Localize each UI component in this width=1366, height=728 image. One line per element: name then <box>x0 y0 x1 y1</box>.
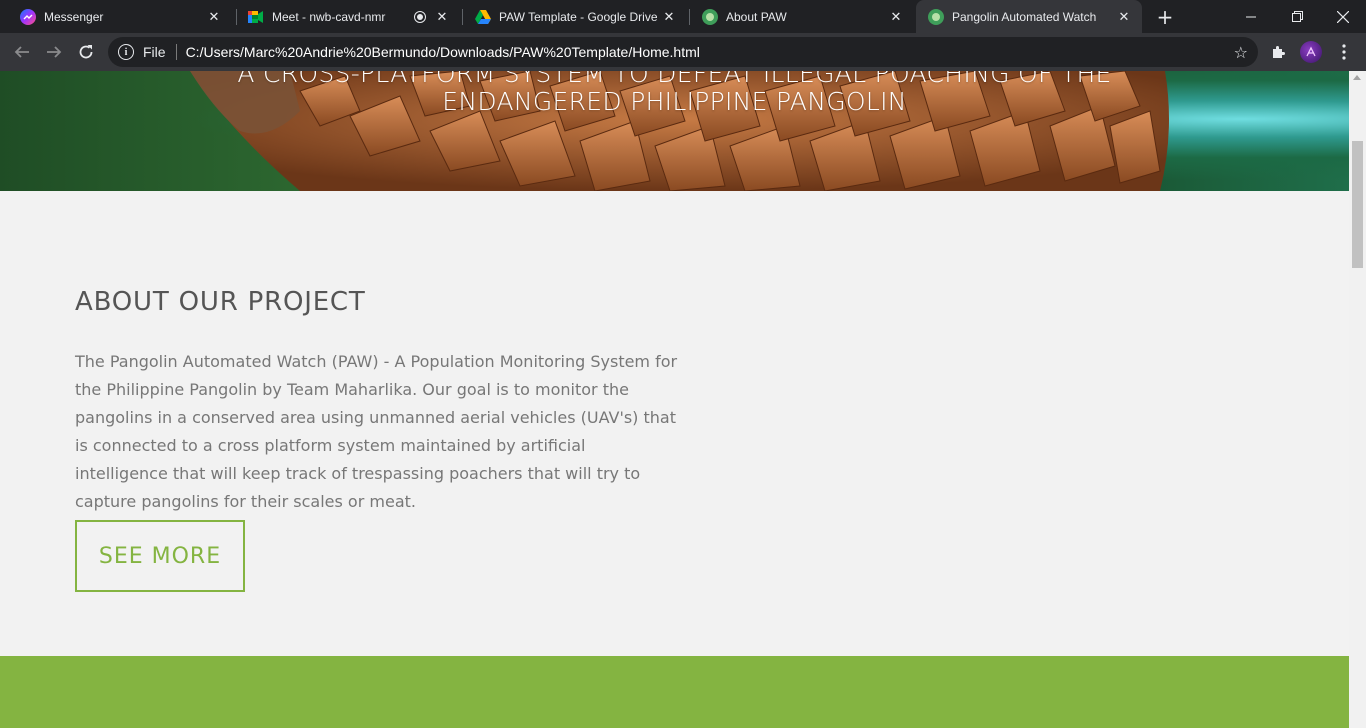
back-button[interactable] <box>10 40 34 64</box>
tab-pangolin-automated-watch[interactable]: Pangolin Automated Watch ✕ <box>916 0 1142 33</box>
kebab-menu-icon[interactable] <box>1333 41 1355 63</box>
tab-title: Meet - nwb-cavd-nmr <box>272 9 386 24</box>
new-tab-button[interactable]: + <box>1155 7 1175 27</box>
scheme-label: File <box>143 44 166 60</box>
minimize-icon <box>1246 16 1256 17</box>
avatar-glyph-icon <box>1306 46 1316 57</box>
see-more-button[interactable]: SEE MORE <box>75 520 245 592</box>
minimize-button[interactable] <box>1228 0 1274 33</box>
tab-messenger[interactable]: Messenger ✕ <box>0 0 232 33</box>
paw-logo-icon <box>702 8 718 25</box>
omnibox-divider <box>175 44 177 60</box>
page-viewport: A CROSS-PLATFORM SYSTEM TO DEFEAT ILLEGA… <box>0 71 1349 728</box>
close-window-button[interactable] <box>1320 0 1366 33</box>
close-icon[interactable]: ✕ <box>434 9 450 25</box>
google-drive-icon <box>475 9 491 25</box>
close-icon <box>1337 10 1349 23</box>
section-title: ABOUT OUR PROJECT <box>75 287 366 317</box>
recording-indicator-icon <box>414 10 426 23</box>
about-section: ABOUT OUR PROJECT The Pangolin Automated… <box>0 191 1349 656</box>
tab-title: Messenger <box>44 9 104 24</box>
tab-strip: Messenger ✕ Meet - nwb-cavd-nmr ✕ PAW Te… <box>0 0 1366 33</box>
meet-icon <box>248 9 264 25</box>
address-bar[interactable]: i File C:/Users/Marc%20Andrie%20Bermundo… <box>108 37 1258 67</box>
site-info-icon[interactable]: i <box>118 44 134 60</box>
tab-google-drive[interactable]: PAW Template - Google Drive ✕ <box>455 0 687 33</box>
reload-button[interactable] <box>74 40 98 64</box>
green-section-band <box>0 656 1349 728</box>
back-arrow-icon <box>14 46 29 58</box>
paw-logo-icon <box>928 8 944 25</box>
extensions-puzzle-icon[interactable] <box>1268 41 1290 63</box>
forward-button[interactable] <box>42 40 66 64</box>
close-icon[interactable]: ✕ <box>206 9 222 25</box>
profile-avatar[interactable] <box>1300 41 1322 63</box>
restore-button[interactable] <box>1274 0 1320 33</box>
bookmark-star-icon[interactable]: ☆ <box>1234 43 1248 62</box>
about-description: The Pangolin Automated Watch (PAW) - A P… <box>75 352 678 511</box>
browser-toolbar: i File C:/Users/Marc%20Andrie%20Bermundo… <box>0 33 1366 71</box>
close-icon[interactable]: ✕ <box>888 9 904 25</box>
hero-banner: A CROSS-PLATFORM SYSTEM TO DEFEAT ILLEGA… <box>0 71 1349 191</box>
hero-tagline-line2: ENDANGERED PHILIPPINE PANGOLIN <box>442 87 907 116</box>
page-scrollbar[interactable] <box>1349 71 1366 728</box>
tab-meet[interactable]: Meet - nwb-cavd-nmr ✕ <box>228 0 460 33</box>
close-icon[interactable]: ✕ <box>661 9 677 25</box>
close-icon[interactable]: ✕ <box>1116 9 1132 25</box>
tab-title: Pangolin Automated Watch <box>952 9 1097 24</box>
scroll-up-arrow-icon[interactable] <box>1353 75 1361 80</box>
scrollbar-thumb[interactable] <box>1352 141 1363 268</box>
messenger-icon <box>20 8 36 25</box>
hero-tagline-line1: A CROSS-PLATFORM SYSTEM TO DEFEAT ILLEGA… <box>237 71 1112 88</box>
url-text[interactable]: C:/Users/Marc%20Andrie%20Bermundo/Downlo… <box>186 44 1234 60</box>
forward-arrow-icon <box>47 46 62 58</box>
tab-title: About PAW <box>726 9 787 24</box>
reload-icon <box>79 45 93 59</box>
restore-icon <box>1291 11 1303 22</box>
tab-title: PAW Template - Google Drive <box>499 9 658 24</box>
tab-about-paw[interactable]: About PAW ✕ <box>682 0 914 33</box>
